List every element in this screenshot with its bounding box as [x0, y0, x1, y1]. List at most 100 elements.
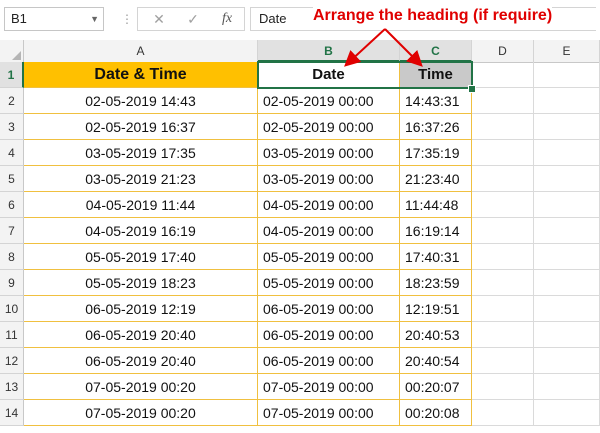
cell-empty[interactable]	[472, 270, 534, 296]
column-header-a[interactable]: A	[24, 40, 258, 62]
cell-empty[interactable]	[472, 166, 534, 192]
cell-empty[interactable]	[534, 400, 600, 426]
cell-empty[interactable]	[472, 140, 534, 166]
row-header[interactable]: 3	[0, 114, 24, 140]
row-header[interactable]: 5	[0, 166, 24, 192]
cell-empty[interactable]	[534, 296, 600, 322]
cell-time[interactable]: 17:40:31	[400, 244, 472, 270]
header-cell-time[interactable]: Time	[400, 62, 472, 88]
cell-empty[interactable]	[534, 192, 600, 218]
cell-empty[interactable]	[534, 166, 600, 192]
cell-time[interactable]: 17:35:19	[400, 140, 472, 166]
cell-empty[interactable]	[472, 296, 534, 322]
cell-empty[interactable]	[472, 218, 534, 244]
cell-time[interactable]: 11:44:48	[400, 192, 472, 218]
cell-empty[interactable]	[472, 322, 534, 348]
cell-empty[interactable]	[472, 114, 534, 140]
cell-date[interactable]: 07-05-2019 00:00	[258, 374, 400, 400]
cell-time[interactable]: 00:20:08	[400, 400, 472, 426]
cell-time[interactable]: 16:19:14	[400, 218, 472, 244]
cell-date[interactable]: 02-05-2019 00:00	[258, 88, 400, 114]
cell-empty[interactable]	[534, 218, 600, 244]
cell-empty[interactable]	[534, 270, 600, 296]
row-header[interactable]: 13	[0, 374, 24, 400]
cell-date[interactable]: 04-05-2019 00:00	[258, 192, 400, 218]
cell-date[interactable]: 05-05-2019 00:00	[258, 244, 400, 270]
column-header-e[interactable]: E	[534, 40, 600, 62]
cell-date[interactable]: 06-05-2019 00:00	[258, 322, 400, 348]
cell-empty[interactable]	[534, 244, 600, 270]
cell-date-time[interactable]: 03-05-2019 17:35	[24, 140, 258, 166]
cell-date-time[interactable]: 07-05-2019 00:20	[24, 374, 258, 400]
cancel-icon[interactable]: ✕	[144, 8, 174, 30]
cell-date[interactable]: 06-05-2019 00:00	[258, 348, 400, 374]
cell-empty[interactable]	[472, 88, 534, 114]
row-header[interactable]: 2	[0, 88, 24, 114]
cell-time[interactable]: 20:40:53	[400, 322, 472, 348]
cell-time[interactable]: 20:40:54	[400, 348, 472, 374]
cell-e1[interactable]	[534, 62, 600, 88]
row-header[interactable]: 9	[0, 270, 24, 296]
row-header[interactable]: 14	[0, 400, 24, 426]
cell-date-time[interactable]: 06-05-2019 12:19	[24, 296, 258, 322]
cell-date-time[interactable]: 06-05-2019 20:40	[24, 348, 258, 374]
row-header[interactable]: 10	[0, 296, 24, 322]
cell-time[interactable]: 14:43:31	[400, 88, 472, 114]
row-header[interactable]: 6	[0, 192, 24, 218]
cell-time[interactable]: 16:37:26	[400, 114, 472, 140]
cell-date-time[interactable]: 05-05-2019 18:23	[24, 270, 258, 296]
row-header[interactable]: 11	[0, 322, 24, 348]
table-row: 5 03-05-2019 21:23 03-05-2019 00:00 21:23:4…	[0, 166, 600, 192]
table-row: 12 06-05-2019 20:40 06-05-2019 00:00 20:40:…	[0, 348, 600, 374]
cell-empty[interactable]	[472, 192, 534, 218]
name-box-value: B1	[11, 11, 27, 26]
table-row: 14 07-05-2019 00:20 07-05-2019 00:00 00:20:…	[0, 400, 600, 426]
cell-empty[interactable]	[472, 374, 534, 400]
cell-empty[interactable]	[534, 88, 600, 114]
cell-date[interactable]: 04-05-2019 00:00	[258, 218, 400, 244]
cell-date-time[interactable]: 05-05-2019 17:40	[24, 244, 258, 270]
cell-date-time[interactable]: 02-05-2019 16:37	[24, 114, 258, 140]
cell-empty[interactable]	[534, 140, 600, 166]
cell-date-time[interactable]: 04-05-2019 16:19	[24, 218, 258, 244]
cell-date[interactable]: 03-05-2019 00:00	[258, 140, 400, 166]
cell-time[interactable]: 12:19:51	[400, 296, 472, 322]
cell-empty[interactable]	[534, 374, 600, 400]
header-cell-date-time[interactable]: Date & Time	[24, 62, 258, 88]
cell-time[interactable]: 18:23:59	[400, 270, 472, 296]
cell-time[interactable]: 21:23:40	[400, 166, 472, 192]
cell-date-time[interactable]: 03-05-2019 21:23	[24, 166, 258, 192]
cell-date-time[interactable]: 04-05-2019 11:44	[24, 192, 258, 218]
cell-date[interactable]: 02-05-2019 00:00	[258, 114, 400, 140]
cell-date[interactable]: 07-05-2019 00:00	[258, 400, 400, 426]
insert-function-icon[interactable]: fx	[212, 8, 242, 30]
header-cell-date[interactable]: Date	[258, 62, 400, 88]
select-all-button[interactable]	[0, 40, 24, 62]
row-header[interactable]: 8	[0, 244, 24, 270]
cell-empty[interactable]	[472, 244, 534, 270]
table-row: 8 05-05-2019 17:40 05-05-2019 00:00 17:40:3…	[0, 244, 600, 270]
row-header[interactable]: 4	[0, 140, 24, 166]
cell-date-time[interactable]: 02-05-2019 14:43	[24, 88, 258, 114]
cell-date-time[interactable]: 06-05-2019 20:40	[24, 322, 258, 348]
cell-empty[interactable]	[534, 322, 600, 348]
cell-date[interactable]: 06-05-2019 00:00	[258, 296, 400, 322]
cell-empty[interactable]	[534, 348, 600, 374]
cell-empty[interactable]	[534, 114, 600, 140]
column-header-c[interactable]: C	[400, 40, 472, 62]
cell-empty[interactable]	[472, 400, 534, 426]
row-header[interactable]: 12	[0, 348, 24, 374]
cell-empty[interactable]	[472, 348, 534, 374]
dropdown-caret-icon[interactable]: ▼	[90, 8, 99, 30]
row-header[interactable]: 7	[0, 218, 24, 244]
cell-date[interactable]: 03-05-2019 00:00	[258, 166, 400, 192]
cell-d1[interactable]	[472, 62, 534, 88]
row-header-1[interactable]: 1	[0, 62, 24, 88]
column-header-b[interactable]: B	[258, 40, 400, 62]
enter-icon[interactable]: ✓	[178, 8, 208, 30]
cell-date-time[interactable]: 07-05-2019 00:20	[24, 400, 258, 426]
cell-date[interactable]: 05-05-2019 00:00	[258, 270, 400, 296]
cell-time[interactable]: 00:20:07	[400, 374, 472, 400]
column-header-d[interactable]: D	[472, 40, 534, 62]
name-box[interactable]: B1 ▼	[4, 7, 104, 31]
